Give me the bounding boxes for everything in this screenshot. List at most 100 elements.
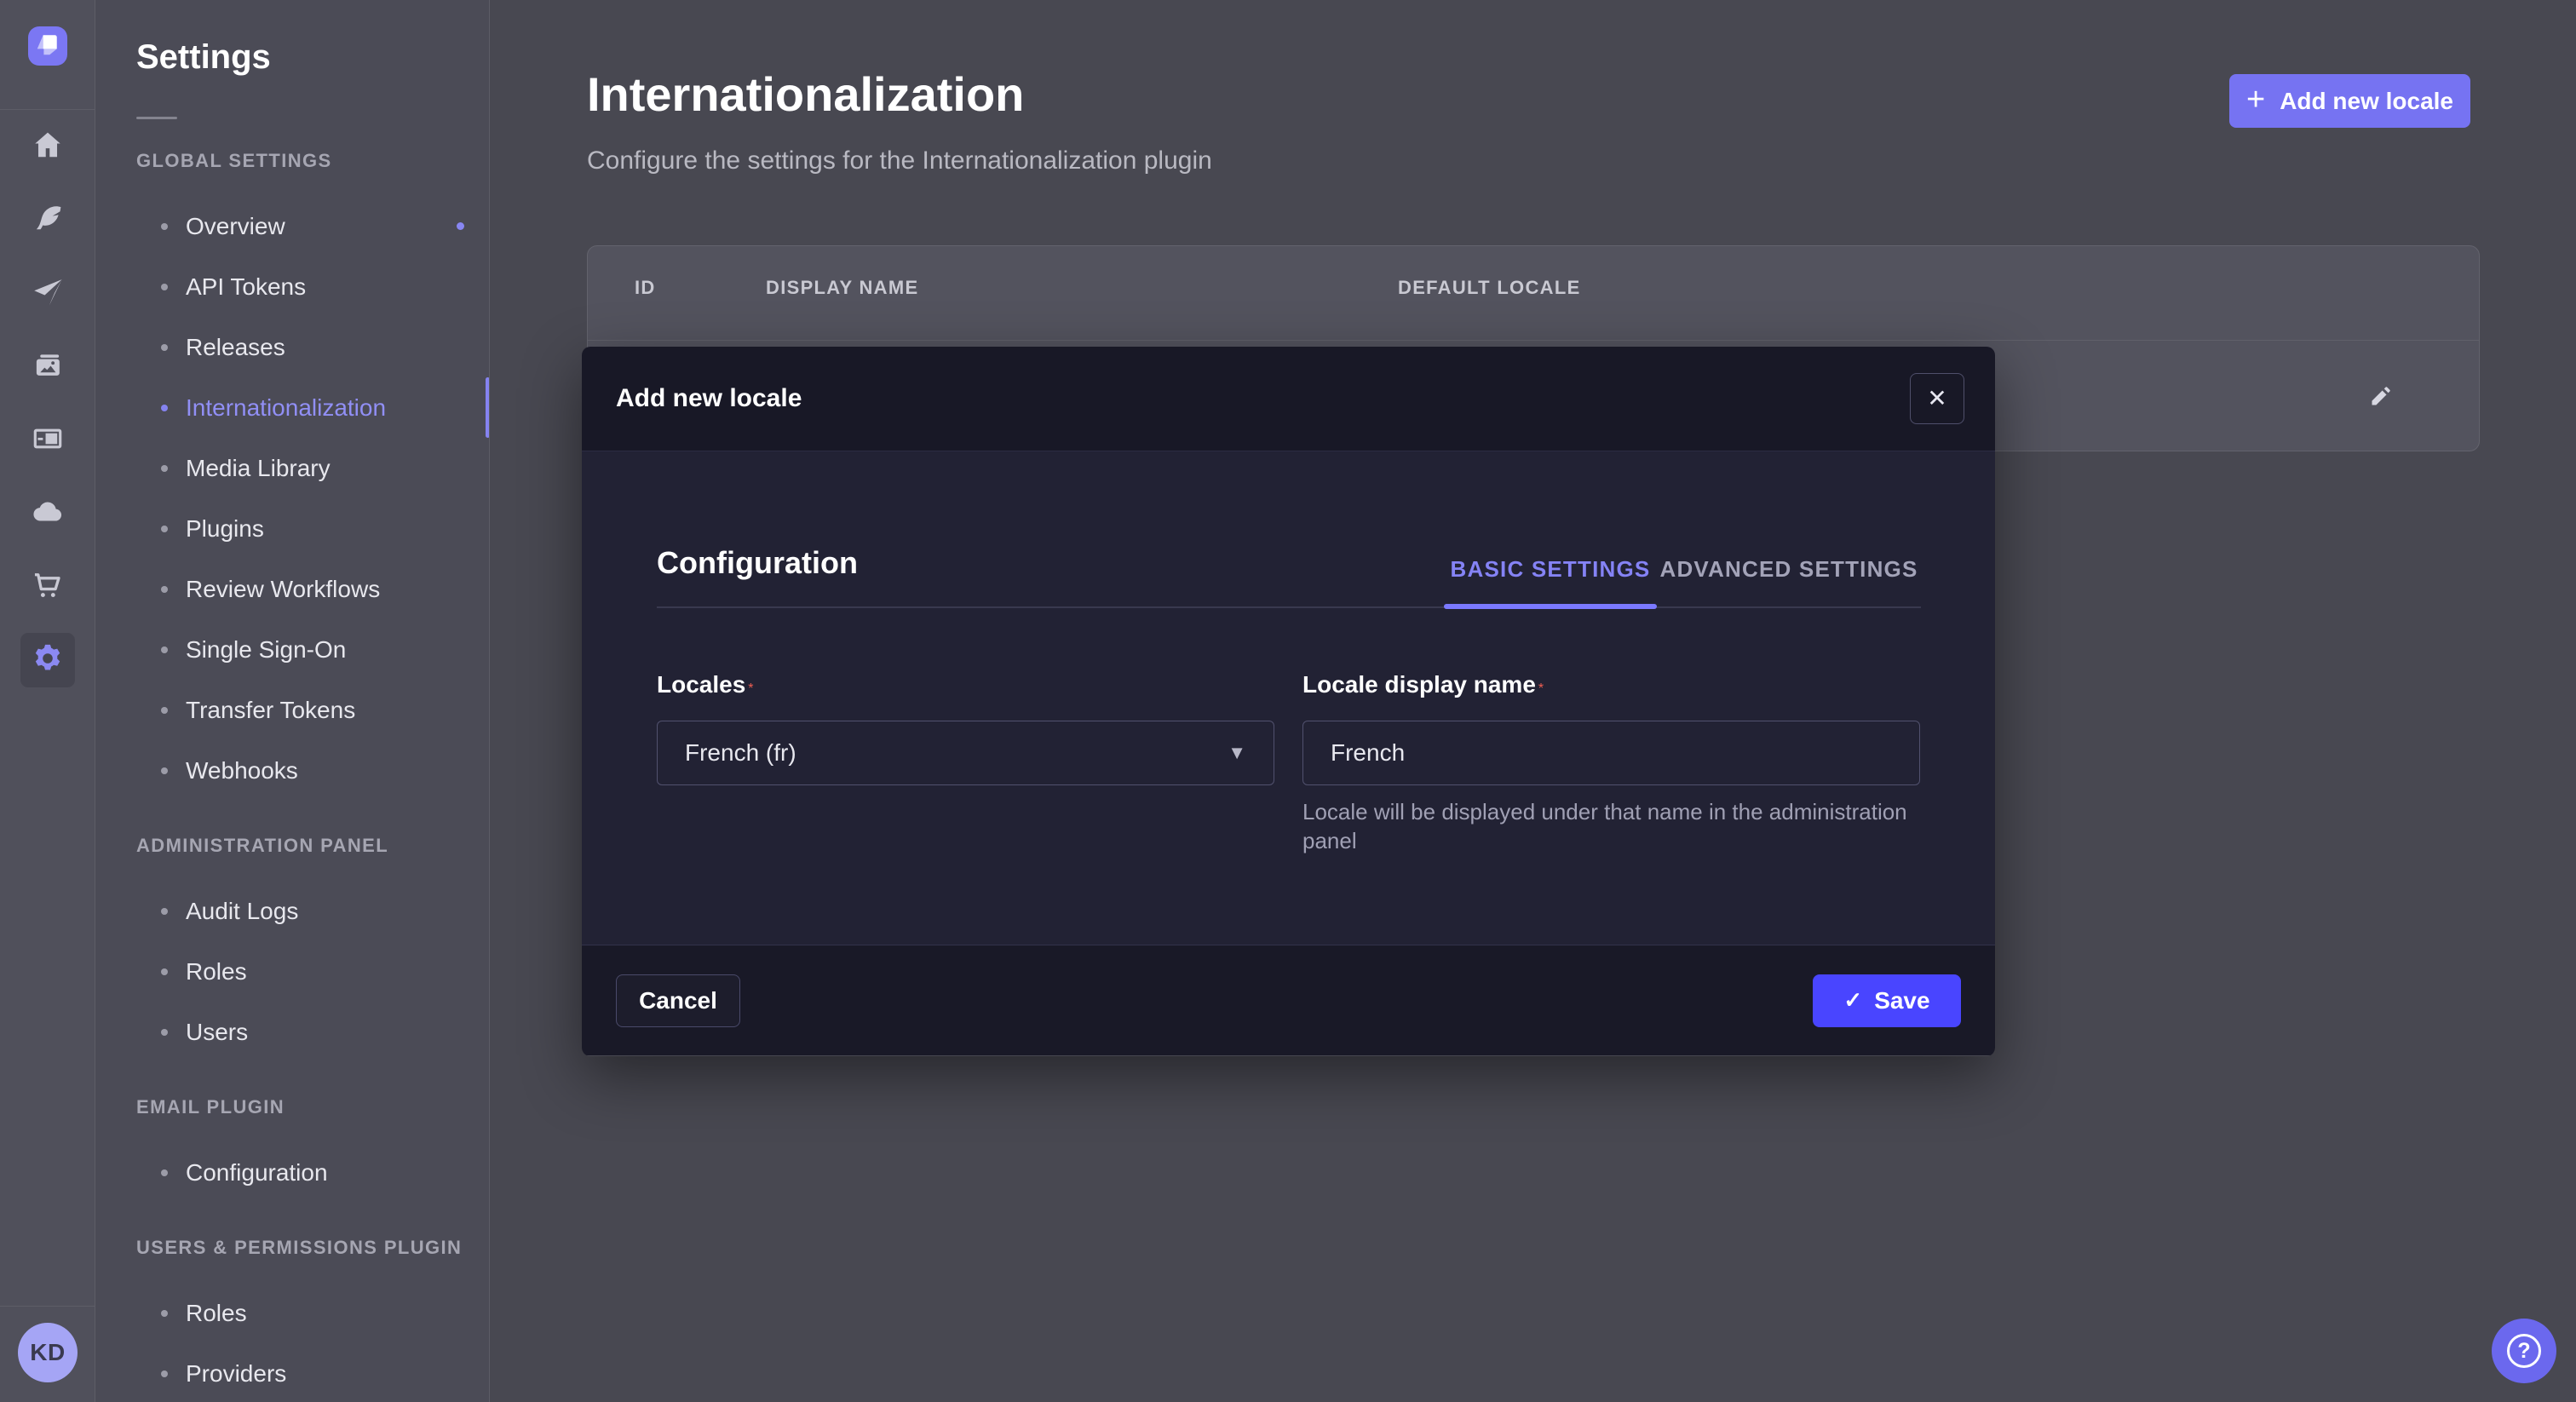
nav-releases-button[interactable]	[0, 257, 95, 330]
settings-tabs: BASIC SETTINGS ADVANCED SETTINGS	[1444, 552, 1921, 586]
bullet-icon	[161, 223, 168, 230]
bullet-icon	[161, 586, 168, 593]
sidebar-item-label: Internationalization	[186, 394, 386, 422]
sidebar-item-label: Audit Logs	[186, 898, 298, 925]
workspace-logo[interactable]	[28, 26, 67, 66]
close-icon: ✕	[1927, 387, 1946, 411]
tab-advanced-settings[interactable]: ADVANCED SETTINGS	[1657, 552, 1921, 586]
nav-content-manager-button[interactable]	[0, 184, 95, 257]
modal-title: Add new locale	[616, 384, 802, 413]
page-subtitle: Configure the settings for the Internati…	[587, 147, 1212, 175]
cloud-icon	[30, 494, 66, 534]
active-nav-highlight	[20, 633, 75, 687]
chevron-down-icon: ▼	[1228, 742, 1246, 764]
sidebar-item-overview[interactable]: Overview	[136, 196, 490, 256]
close-modal-button[interactable]: ✕	[1910, 373, 1964, 424]
media-library-icon	[30, 348, 66, 388]
add-new-locale-label: Add new locale	[2280, 88, 2453, 115]
modal-header: Add new locale ✕	[582, 347, 1995, 451]
title-underline	[136, 117, 177, 119]
sidebar-item-transfer-tokens[interactable]: Transfer Tokens	[136, 680, 490, 740]
bullet-icon	[161, 1370, 168, 1377]
sidebar-item-review-workflows[interactable]: Review Workflows	[136, 559, 490, 619]
sidebar-bottom-divider	[0, 1306, 95, 1307]
home-icon	[30, 128, 66, 168]
sidebar-item-label: Providers	[186, 1360, 286, 1388]
sidebar-item-internationalization[interactable]: Internationalization	[136, 377, 490, 438]
nav-settings-button[interactable]	[0, 623, 95, 697]
add-new-locale-button[interactable]: + Add new locale	[2229, 74, 2470, 128]
nav-media-library-button[interactable]	[0, 330, 95, 404]
locales-label: Locales	[657, 671, 745, 698]
sidebar-item-label: Overview	[186, 213, 285, 240]
sidebar-item-label: Media Library	[186, 455, 331, 482]
sidebar-item-admin-users[interactable]: Users	[136, 1002, 490, 1062]
bullet-icon	[161, 646, 168, 653]
sidebar-item-api-tokens[interactable]: API Tokens	[136, 256, 490, 317]
cancel-button[interactable]: Cancel	[616, 974, 740, 1027]
locales-table-header: ID DISPLAY NAME DEFAULT LOCALE	[588, 246, 2479, 340]
configuration-heading: Configuration	[657, 545, 858, 581]
save-button-label: Save	[1874, 987, 1929, 1014]
check-icon: ✓	[1843, 987, 1862, 1014]
column-header-display-name: DISPLAY NAME	[766, 277, 918, 299]
bullet-icon	[161, 1169, 168, 1176]
section-heading-email-plugin: EMAIL PLUGIN	[136, 1096, 489, 1118]
icon-nav	[0, 111, 95, 697]
nav-marketplace-button[interactable]	[0, 550, 95, 623]
sidebar-item-label: Configuration	[186, 1159, 328, 1187]
sidebar-item-up-roles[interactable]: Roles	[136, 1283, 490, 1343]
plus-icon: +	[2246, 83, 2265, 116]
section-heading-administration-panel: ADMINISTRATION PANEL	[136, 835, 489, 857]
sidebar-item-label: Releases	[186, 334, 285, 361]
modal-body: Configuration BASIC SETTINGS ADVANCED SE…	[582, 451, 1995, 945]
nav-content-type-builder-button[interactable]	[0, 404, 95, 477]
bullet-icon	[161, 767, 168, 774]
gear-icon	[30, 641, 66, 681]
layout-icon	[30, 421, 66, 461]
required-asterisk: *	[1538, 681, 1544, 696]
help-button[interactable]: ?	[2492, 1319, 2556, 1383]
page-title: Internationalization	[587, 66, 1024, 122]
sidebar-item-single-sign-on[interactable]: Single Sign-On	[136, 619, 490, 680]
sidebar-item-media-library[interactable]: Media Library	[136, 438, 490, 498]
display-name-input[interactable]	[1302, 721, 1920, 785]
sidebar-item-label: Roles	[186, 958, 247, 985]
user-avatar[interactable]: KD	[18, 1323, 78, 1382]
bullet-icon	[161, 968, 168, 975]
locales-select[interactable]: French (fr) ▼	[657, 721, 1274, 785]
sidebar-item-label: Webhooks	[186, 757, 298, 784]
sidebar-item-email-configuration[interactable]: Configuration	[136, 1142, 490, 1203]
section-heading-users-permissions-plugin: USERS & PERMISSIONS PLUGIN	[136, 1237, 489, 1259]
add-new-locale-modal: Add new locale ✕ Configuration BASIC SET…	[582, 347, 1995, 1056]
question-mark-icon: ?	[2507, 1334, 2541, 1368]
sidebar-item-releases[interactable]: Releases	[136, 317, 490, 377]
tab-basic-settings[interactable]: BASIC SETTINGS	[1444, 552, 1657, 586]
sidebar-item-label: Transfer Tokens	[186, 697, 355, 724]
sidebar-item-webhooks[interactable]: Webhooks	[136, 740, 490, 801]
locales-field: Locales* French (fr) ▼	[657, 671, 1274, 785]
sidebar-item-plugins[interactable]: Plugins	[136, 498, 490, 559]
bullet-icon	[161, 465, 168, 472]
notification-dot-icon	[457, 222, 464, 230]
column-header-id: ID	[635, 277, 656, 299]
edit-locale-button[interactable]	[2368, 383, 2394, 411]
nav-deploy-button[interactable]	[0, 477, 95, 550]
display-name-label: Locale display name	[1302, 671, 1536, 698]
sidebar-divider	[0, 109, 95, 110]
pencil-icon	[2368, 399, 2394, 411]
nav-home-button[interactable]	[0, 111, 95, 184]
sidebar-item-label: Plugins	[186, 515, 264, 543]
sidebar-item-audit-logs[interactable]: Audit Logs	[136, 881, 490, 941]
sidebar-item-admin-roles[interactable]: Roles	[136, 941, 490, 1002]
bullet-icon	[161, 1310, 168, 1317]
locales-select-value: French (fr)	[685, 739, 796, 767]
main-nav-sidebar: KD	[0, 0, 95, 1402]
sidebar-item-up-providers[interactable]: Providers	[136, 1343, 490, 1402]
tabs-divider	[657, 606, 1921, 608]
bullet-icon	[161, 1029, 168, 1036]
save-button[interactable]: ✓ Save	[1813, 974, 1961, 1027]
bullet-icon	[161, 344, 168, 351]
column-header-default-locale: DEFAULT LOCALE	[1398, 277, 1581, 299]
paper-plane-icon	[30, 274, 66, 314]
